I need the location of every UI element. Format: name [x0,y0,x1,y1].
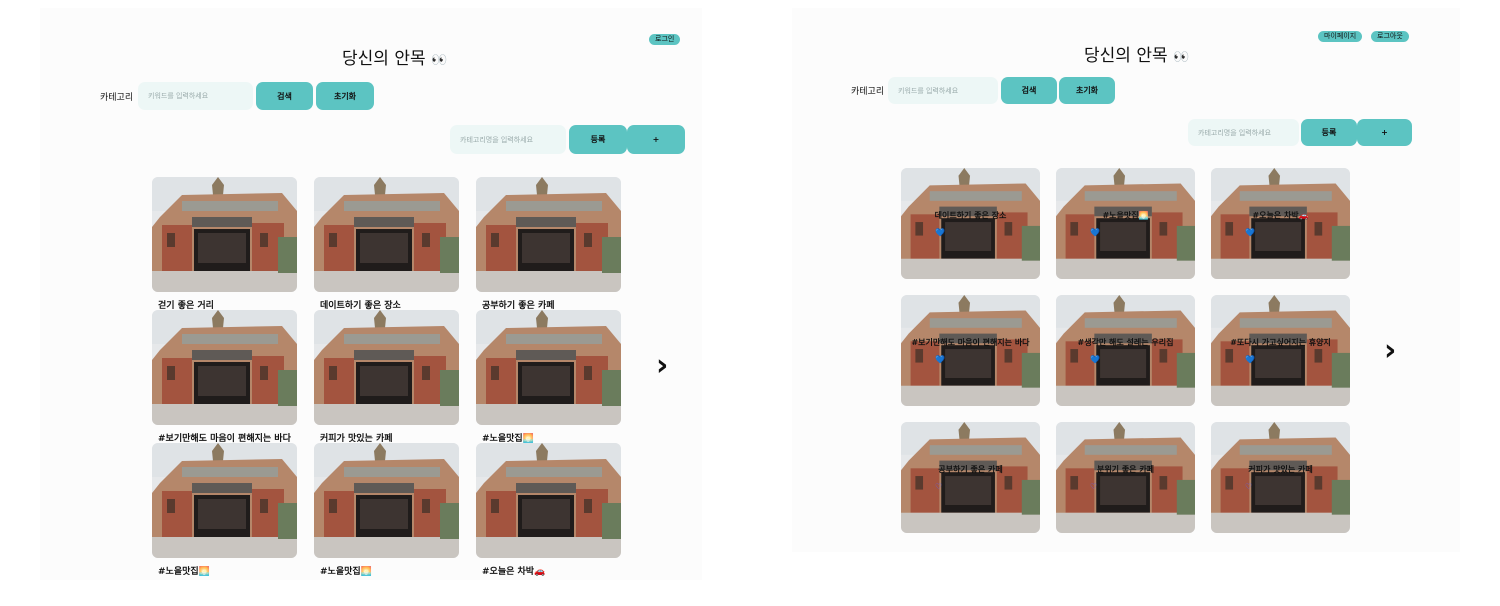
right-panel: 마이페이지 로그아웃 당신의 안목 👀 카테고리 키워드를 입력하세요 검색 초… [792,8,1460,552]
category-name-input[interactable]: 카테고리명을 입력하세요 [1188,119,1299,146]
place-card-image[interactable]: 공부하기 좋은 카페 ♡ [901,422,1040,533]
place-card-image[interactable]: #생각만 해도 설레는 우리집 💙 [1056,295,1195,406]
reset-button[interactable]: 초기화 [316,82,374,110]
card-overlay-label: 데이트하기 좋은 장소 [934,211,1007,220]
place-card-image[interactable]: #보기만해도 마음이 편해지는 바다 💙 [901,295,1040,406]
search-button[interactable]: 검색 [256,82,313,110]
card-overlay-label: #오늘은 차박🚗 [1252,211,1309,220]
logout-button[interactable]: 로그아웃 [1371,31,1409,42]
heart-icon[interactable]: 💙 [935,355,945,364]
card-overlay-label: #노을맛집🌅 [1102,211,1149,220]
heart-icon[interactable]: ♡ [935,482,942,491]
heart-icon[interactable]: 💙 [1090,355,1100,364]
page-title: 당신의 안목 👀 [1084,41,1189,66]
heart-icon[interactable]: 💙 [1245,355,1255,364]
page-title-text: 당신의 안목 [342,49,426,69]
place-card-image[interactable]: #오늘은 차박🚗 💙 [1211,168,1350,279]
place-card-image[interactable] [152,177,297,292]
place-card-image[interactable] [152,443,297,558]
place-card-image[interactable] [314,443,459,558]
register-button[interactable]: 등록 [1301,119,1357,146]
page-title-text: 당신의 안목 [1084,46,1168,66]
card-overlay-label: #또다시 가고싶어지는 휴양지 [1230,338,1331,347]
heart-icon[interactable]: 💙 [1090,228,1100,237]
heart-icon[interactable]: 💙 [1245,228,1255,237]
category-label: 카테고리 [851,87,885,97]
search-button[interactable]: 검색 [1001,77,1057,104]
place-card-image[interactable]: #노을맛집🌅 💙 [1056,168,1195,279]
place-card-image[interactable] [476,310,621,425]
mypage-button[interactable]: 마이페이지 [1318,31,1363,42]
add-button[interactable]: + [627,125,685,154]
place-card-image[interactable]: 분위기 좋은 카페 ♡ [1056,422,1195,533]
login-button[interactable]: 로그인 [649,34,681,45]
keyword-search-input[interactable]: 키워드를 입력하세요 [888,77,998,104]
heart-icon[interactable]: ♡ [1245,482,1252,491]
place-card-image[interactable] [314,177,459,292]
reset-button[interactable]: 초기화 [1059,77,1115,104]
card-overlay-label: 분위기 좋은 카페 [1096,465,1155,474]
add-button[interactable]: + [1357,119,1412,146]
eyes-icon: 👀 [431,53,448,68]
category-name-input[interactable]: 카테고리명을 입력하세요 [450,125,566,154]
place-card-caption: #노을맛집🌅 [158,567,210,577]
heart-icon[interactable]: 💙 [935,228,945,237]
eyes-icon: 👀 [1173,50,1190,65]
card-overlay-label: #생각만 해도 설레는 우리집 [1077,338,1174,347]
card-overlay-label: 공부하기 좋은 카페 [938,465,1003,474]
chevron-right-icon[interactable]: › [1384,336,1396,366]
left-panel: 로그인 당신의 안목 👀 카테고리 키워드를 입력하세요 검색 초기화 카테고리… [40,8,702,580]
register-button[interactable]: 등록 [569,125,627,154]
card-overlay-label: 커피가 맛있는 카페 [1248,465,1313,474]
place-card-image[interactable]: #또다시 가고싶어지는 휴양지 💙 [1211,295,1350,406]
place-card-image[interactable] [314,310,459,425]
card-overlay-label: #보기만해도 마음이 편해지는 바다 [911,338,1030,347]
place-card-image[interactable] [476,177,621,292]
category-label: 카테고리 [100,93,134,103]
keyword-search-input[interactable]: 키워드를 입력하세요 [138,82,253,110]
place-card-image[interactable]: 커피가 맛있는 카페 ♡ [1211,422,1350,533]
page-title: 당신의 안목 👀 [342,44,447,69]
place-card-caption: #노을맛집🌅 [320,567,372,577]
place-card-image[interactable] [152,310,297,425]
chevron-right-icon[interactable]: › [656,351,668,381]
place-card-caption: #오늘은 차박🚗 [482,567,546,577]
place-card-image[interactable] [476,443,621,558]
place-card-image[interactable]: 데이트하기 좋은 장소 💙 [901,168,1040,279]
heart-icon[interactable]: ♡ [1090,482,1097,491]
